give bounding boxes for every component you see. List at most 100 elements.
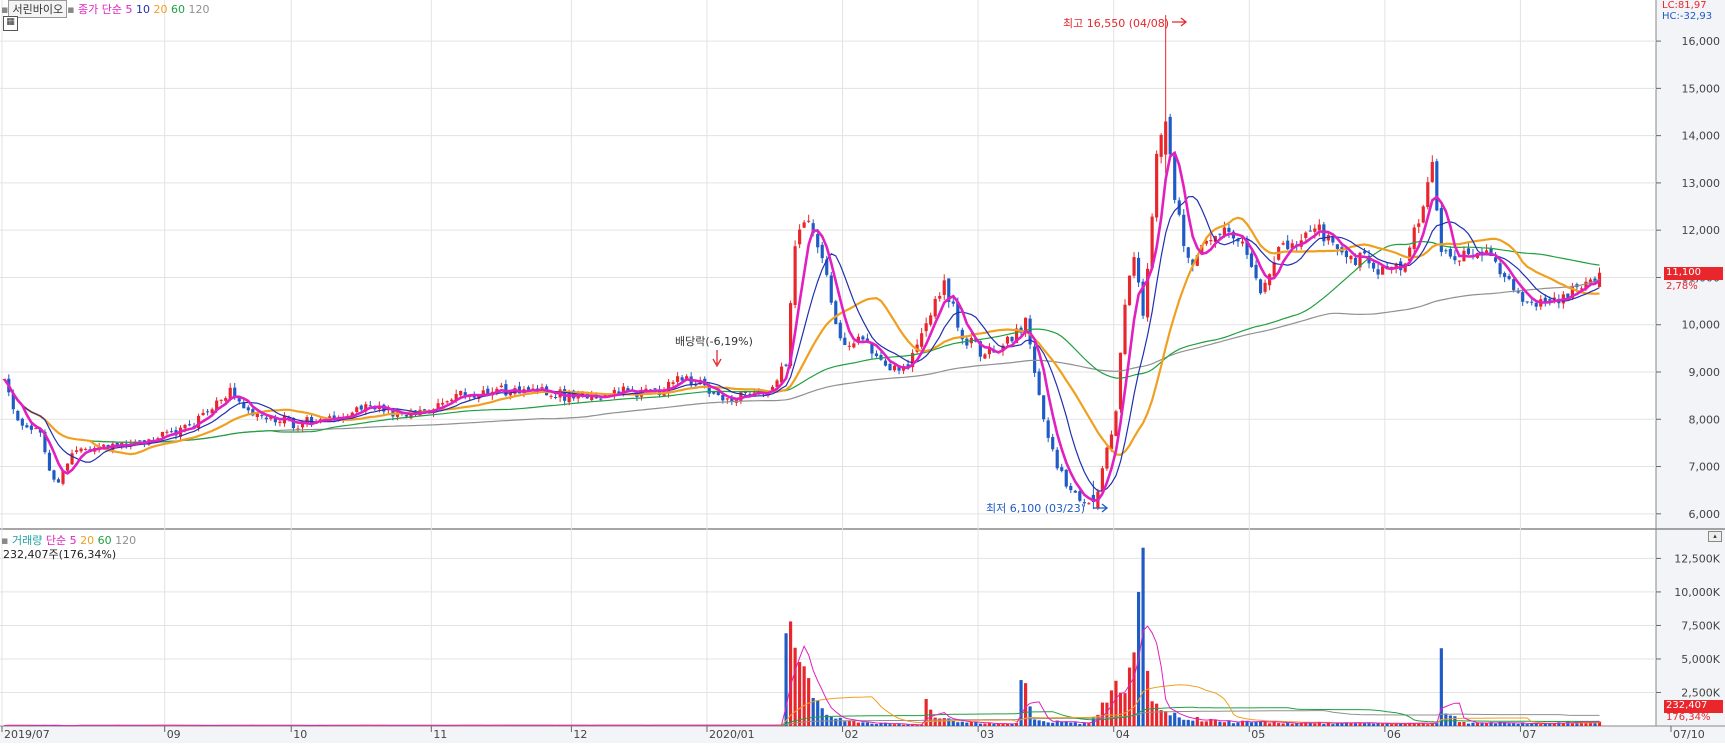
volume-change-text: 176,34% [1666,712,1711,723]
volume-bar [1512,723,1516,726]
volume-value: 232,407주(176,34%) [3,548,117,561]
candle-body [1349,255,1353,260]
volume-bar [1159,710,1163,726]
table-icon[interactable]: ▦ [3,16,18,31]
candle-body [246,407,250,411]
volume-bar [838,717,842,726]
candle-body [1453,256,1457,261]
time-tick-label: 05 [1251,728,1265,741]
volume-bar [865,722,869,726]
candle-body [1240,241,1245,244]
candle-body [1417,223,1421,227]
lc-indicator: LC:81,97 [1662,0,1707,11]
candle-body [549,395,553,397]
volume-bar [1570,723,1574,726]
volume-bar [915,725,919,726]
volume-bar [1249,722,1254,726]
candle-body [1335,244,1339,249]
candle-body [838,322,842,339]
collapse-icon[interactable]: ▴ [1708,531,1722,542]
volume-bar [1507,723,1511,726]
candle-body [784,364,788,366]
candle-body [1118,352,1123,410]
time-tick-label: 2020/01 [709,728,755,741]
low-annotation: 최저 6,100 (03/23) [986,502,1086,515]
volume-bar [1118,692,1123,726]
candle-body [1132,257,1136,276]
candle-body [206,411,210,413]
volume-bar [1218,721,1222,726]
price-tick-label: 14,000 [1682,130,1721,143]
volume-bar [1028,706,1032,726]
volume-bar [1078,723,1082,726]
candle-body [680,377,684,381]
candle-body [1073,490,1077,493]
volume-tick-label: 2,500K [1681,686,1720,699]
volume-bar [789,621,793,726]
volume-tick-label: 10,000K [1674,586,1720,599]
ma60-label: 60 [171,3,186,16]
volume-bar [1349,723,1353,726]
candle-body [355,407,359,412]
candle-body [712,391,716,394]
candle-body [1173,155,1177,200]
volume-bar [1127,667,1132,726]
volume-bar [1277,723,1281,726]
candle-body [1046,420,1050,438]
candle-body [1304,232,1308,238]
volume-bar [1123,693,1127,726]
candle-body [807,220,811,222]
candle-body [716,391,720,396]
candle-body [1498,263,1502,275]
candle-body [260,415,264,417]
volume-bar [1060,721,1064,726]
candle-body [160,431,165,437]
volume-bar [1254,722,1258,726]
candle-body [1159,134,1163,157]
candle-body [1100,468,1104,491]
price-tick-label: 15,000 [1682,82,1721,95]
candle-body [1136,257,1141,283]
volume-bar [1037,720,1041,726]
candle-body [1444,250,1448,252]
volume-bar [888,724,892,726]
candle-body [499,385,503,387]
candle-body [1109,434,1114,449]
volume-bar [1390,724,1394,726]
price-tick-label: 13,000 [1682,177,1721,190]
time-tick-label: 10 [293,728,307,741]
candle-body [1362,251,1367,254]
candle-body [802,222,806,228]
candle-body [1182,214,1186,246]
volume-bar [1069,722,1073,726]
candle-body [1435,161,1439,211]
candle-body [924,323,928,332]
volume-bar [1024,683,1028,726]
candle-body [725,398,729,400]
candle-body [1123,304,1127,354]
candle-body [671,382,675,384]
candle-body [237,398,241,402]
candle-body [1313,228,1317,232]
candle-body [1412,227,1416,249]
volume-bar [856,722,860,726]
candle-body [599,398,603,400]
candle-body [481,390,485,395]
candle-body [255,413,259,418]
candle-body [820,244,824,259]
volume-bar [852,721,856,726]
candle-body [1037,371,1041,395]
candle-body [829,275,833,303]
volume-bar [1200,721,1204,726]
candle-body [1263,282,1267,292]
time-tick-label: 07/10 [1673,728,1705,741]
volume-bar [861,722,865,726]
candle-body [459,390,463,396]
volume-bar [1381,723,1385,726]
candle-body [1308,230,1312,232]
candle-body [852,343,856,348]
volume-bar [1457,722,1461,726]
candle-body [16,411,20,421]
candle-body [779,366,784,383]
candle-body [169,431,174,433]
